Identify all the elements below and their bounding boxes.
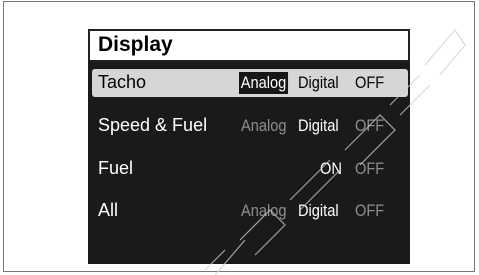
fuel-option-off[interactable]: OFF: [355, 158, 384, 180]
row-label-all: All: [98, 200, 119, 220]
speed-fuel-option-digital[interactable]: Digital: [298, 115, 339, 137]
menu-row-all[interactable]: All Analog Digital OFF: [92, 197, 408, 225]
all-option-digital[interactable]: Digital: [298, 200, 339, 222]
tacho-option-analog[interactable]: Analog: [239, 72, 288, 94]
menu-row-tacho[interactable]: Tacho Analog Digital OFF: [92, 69, 408, 97]
tacho-option-digital[interactable]: Digital: [298, 72, 339, 94]
tacho-option-off[interactable]: OFF: [355, 72, 384, 94]
speed-fuel-option-analog[interactable]: Analog: [241, 115, 287, 137]
row-label-speed-fuel: Speed & Fuel: [98, 115, 208, 135]
display-screen: Display Tacho Analog Digital OFF Speed &…: [88, 29, 410, 264]
speed-fuel-option-off[interactable]: OFF: [355, 115, 384, 137]
row-label-tacho: Tacho: [98, 72, 147, 92]
all-option-analog[interactable]: Analog: [241, 200, 287, 222]
menu-title: Display: [98, 33, 173, 56]
all-option-off[interactable]: OFF: [355, 200, 384, 222]
menu-row-speed-fuel[interactable]: Speed & Fuel Analog Digital OFF: [92, 112, 408, 140]
row-label-fuel: Fuel: [98, 158, 134, 178]
menu-title-bar: Display: [88, 29, 410, 62]
fuel-option-on[interactable]: ON: [320, 158, 342, 180]
manual-figure-frame: Display Tacho Analog Digital OFF Speed &…: [3, 1, 475, 272]
menu-row-fuel[interactable]: Fuel ON OFF: [92, 155, 408, 183]
